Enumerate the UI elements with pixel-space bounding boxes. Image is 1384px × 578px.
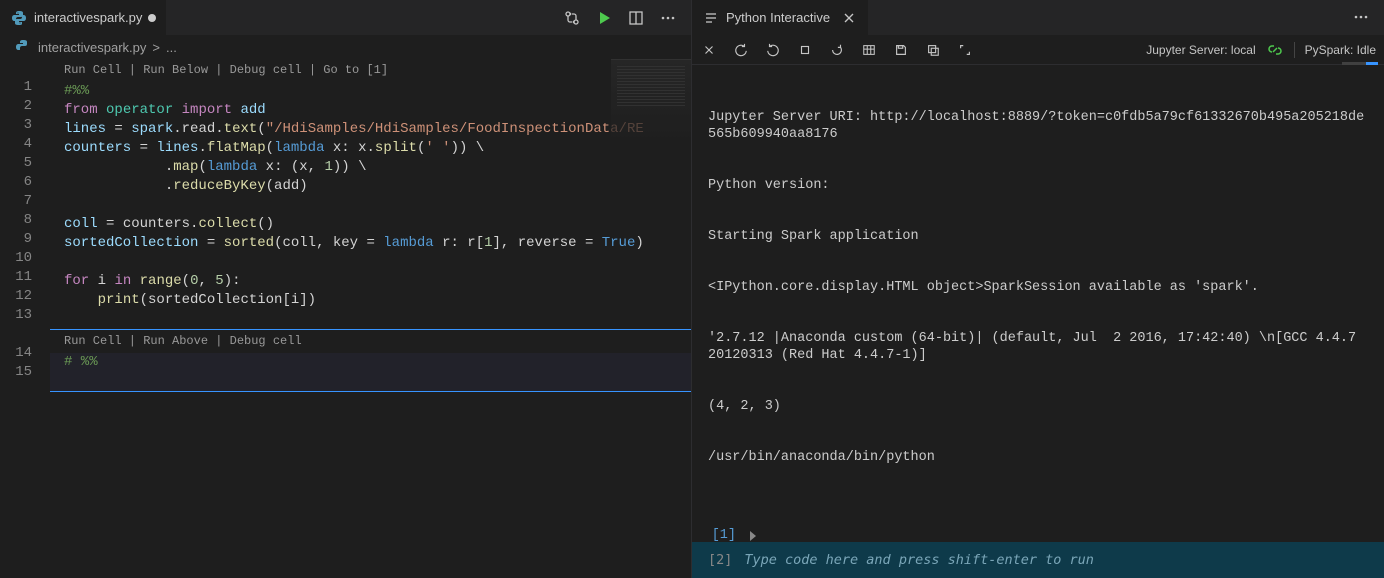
code-editor[interactable]: 1 2 3 4 5 6 7 8 9 10 11 12 13 14 15 Run … (0, 59, 691, 578)
output-header-line: Starting Spark application (708, 228, 1368, 245)
export-icon[interactable] (924, 41, 942, 59)
python-file-icon (10, 9, 28, 27)
editor-pane: interactivespark.py interactivespark.py … (0, 0, 692, 578)
input-placeholder: Type code here and press shift-enter to … (744, 552, 1094, 568)
interactive-tab-bar: Python Interactive (692, 0, 1384, 35)
interactive-tab-label: Python Interactive (726, 10, 830, 25)
split-editor-icon[interactable] (627, 9, 645, 27)
output-header-line: Jupyter Server URI: http://localhost:888… (708, 109, 1368, 143)
stop-icon[interactable] (796, 41, 814, 59)
python-file-icon (14, 38, 32, 56)
interactive-tab[interactable]: Python Interactive (692, 0, 868, 35)
interactive-output: Jupyter Server URI: http://localhost:888… (692, 65, 1384, 542)
more-icon[interactable] (1352, 8, 1370, 26)
output-header-line: Python version: (708, 177, 1368, 194)
progress-bar (1342, 62, 1378, 65)
interactive-pane: Python Interactive Jupyter Server: local (692, 0, 1384, 578)
breadcrumb-tail: ... (166, 40, 177, 55)
cell-prompt: [1] (708, 527, 736, 542)
line-gutter: 1 2 3 4 5 6 7 8 9 10 11 12 13 14 15 (0, 59, 50, 578)
breadcrumb[interactable]: interactivespark.py > ... (0, 35, 691, 59)
save-icon[interactable] (892, 41, 910, 59)
output-header-line: '2.7.12 |Anaconda custom (64-bit)| (defa… (708, 330, 1368, 364)
python-interactive-icon (702, 9, 720, 27)
code-area[interactable]: Run Cell | Run Below | Debug cell | Go t… (50, 59, 691, 578)
dirty-indicator-icon (148, 14, 156, 22)
run-icon[interactable] (595, 9, 613, 27)
pyspark-status[interactable]: PySpark: Idle (1305, 43, 1376, 57)
expand-icon[interactable] (956, 41, 974, 59)
minimap[interactable] (611, 59, 691, 149)
git-compare-icon[interactable] (563, 9, 581, 27)
editor-tab[interactable]: interactivespark.py (0, 0, 167, 35)
input-prompt: [2] (708, 552, 732, 568)
redo-icon[interactable] (732, 41, 750, 59)
more-icon[interactable] (659, 9, 677, 27)
code-lens-bottom[interactable]: Run Cell | Run Above | Debug cell (50, 329, 691, 353)
interactive-toolbar: Jupyter Server: local PySpark: Idle (692, 35, 1384, 65)
restart-icon[interactable] (828, 41, 846, 59)
chevron-right-icon[interactable] (744, 527, 762, 542)
output-header-line: (4, 2, 3) (708, 398, 1368, 415)
cell-1: [1] from operator import add... (708, 527, 1368, 542)
breadcrumb-file: interactivespark.py (38, 40, 146, 55)
close-icon[interactable] (840, 9, 858, 27)
breadcrumb-sep: > (152, 40, 160, 55)
close-icon[interactable] (700, 41, 718, 59)
jupyter-server-status[interactable]: Jupyter Server: local (1146, 43, 1255, 57)
undo-icon[interactable] (764, 41, 782, 59)
editor-tab-bar: interactivespark.py (0, 0, 691, 35)
editor-tab-label: interactivespark.py (34, 10, 142, 25)
link-icon[interactable] (1266, 41, 1284, 59)
output-header-line: /usr/bin/anaconda/bin/python (708, 449, 1368, 466)
code-lens-top[interactable]: Run Cell | Run Below | Debug cell | Go t… (50, 59, 691, 82)
output-header-line: <IPython.core.display.HTML object>SparkS… (708, 279, 1368, 296)
variables-icon[interactable] (860, 41, 878, 59)
interactive-input[interactable]: [2] Type code here and press shift-enter… (692, 542, 1384, 578)
